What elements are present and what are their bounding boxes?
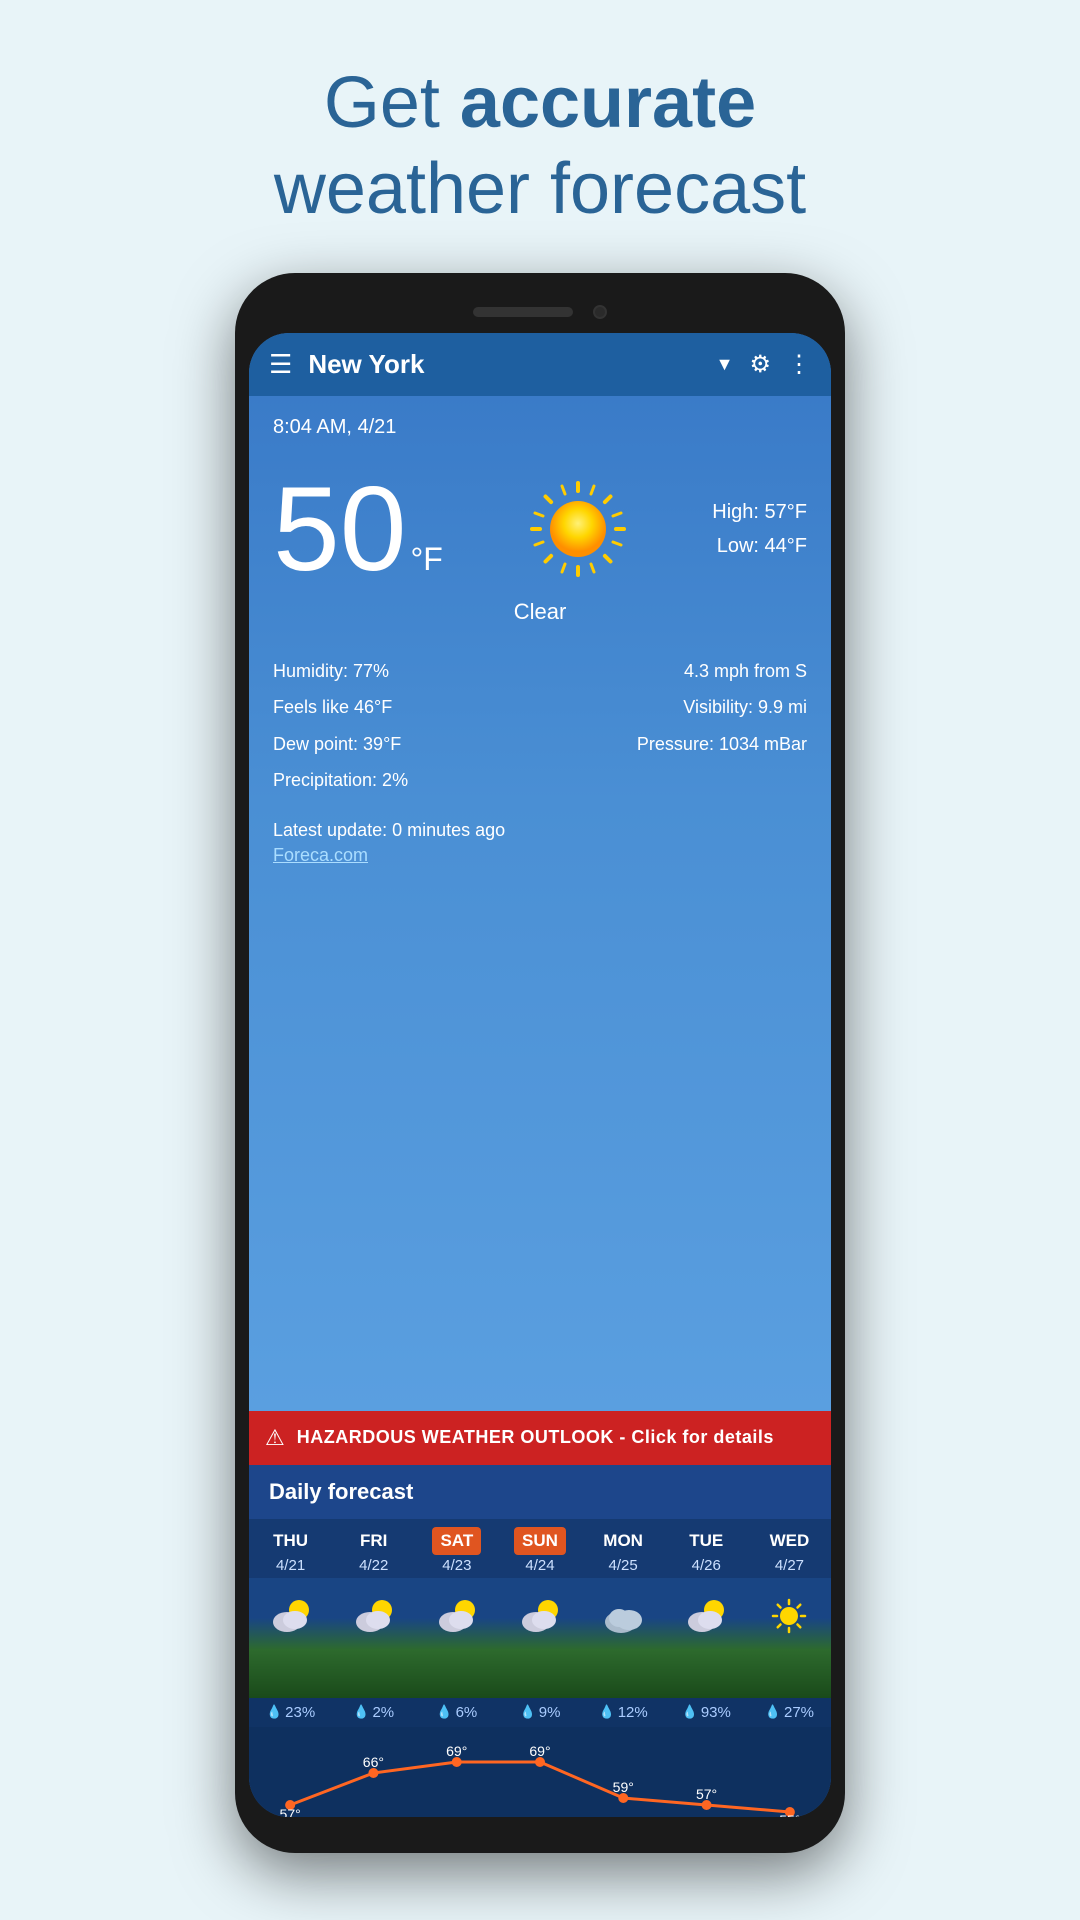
precip-mon: 💧12%	[582, 1704, 665, 1721]
high-low: High: 57°F Low: 44°F	[712, 495, 807, 563]
day-name-mon: MON	[595, 1527, 651, 1555]
svg-text:57°: 57°	[280, 1806, 301, 1817]
low-temp: Low: 44°F	[712, 529, 807, 563]
precip-sun: 💧9%	[498, 1704, 581, 1721]
headline: Get accurate weather forecast	[274, 60, 806, 233]
svg-text:66°: 66°	[363, 1754, 384, 1770]
speaker	[473, 307, 573, 317]
headline-line2: weather forecast	[274, 149, 806, 229]
day-date-thu: 4/21	[276, 1557, 305, 1574]
svg-text:59°: 59°	[613, 1779, 634, 1795]
datetime-text: 8:04 AM, 4/21	[273, 416, 807, 439]
details-grid: Humidity: 77% 4.3 mph from S Feels like …	[273, 655, 807, 797]
app-topbar: ☰ New York ▼ ⚙ ⋮	[249, 333, 831, 396]
day-date-sun: 4/24	[525, 1557, 554, 1574]
day-date-fri: 4/22	[359, 1557, 388, 1574]
temperature-display: 50°F	[273, 469, 443, 589]
wind-detail: 4.3 mph from S	[540, 655, 807, 687]
day-name-thu: THU	[265, 1527, 316, 1555]
forecast-icon-thu	[249, 1586, 332, 1646]
pressure-detail: Pressure: 1034 mBar	[540, 728, 807, 760]
svg-text:69°: 69°	[446, 1743, 467, 1759]
precip-thu: 💧23%	[249, 1704, 332, 1721]
forecast-header: Daily forecast	[249, 1465, 831, 1519]
humidity-detail: Humidity: 77%	[273, 655, 540, 687]
day-date-mon: 4/25	[609, 1557, 638, 1574]
day-name-sat: SAT	[432, 1527, 481, 1555]
svg-text:69°: 69°	[529, 1743, 550, 1759]
precip-wed: 💧27%	[748, 1704, 831, 1721]
headline-normal: Get	[324, 63, 460, 143]
dropdown-arrow-icon[interactable]: ▼	[716, 354, 734, 375]
temp-value: 50	[273, 462, 406, 596]
forecast-icon-sat	[415, 1586, 498, 1646]
forecast-icon-mon	[582, 1586, 665, 1646]
latest-update-text: Latest update: 0 minutes ago	[273, 820, 807, 841]
day-name-tue: TUE	[681, 1527, 731, 1555]
visibility-detail: Visibility: 9.9 mi	[540, 691, 807, 723]
temp-chart: 57° 66° 69° 69° 59° 57° 55°	[249, 1727, 831, 1817]
day-name-fri: FRI	[352, 1527, 395, 1555]
more-options-icon[interactable]: ⋮	[787, 350, 811, 379]
precip-sat: 💧6%	[415, 1704, 498, 1721]
day-name-wed: WED	[762, 1527, 818, 1555]
forecast-icons-row	[249, 1578, 831, 1698]
day-name-sun: SUN	[514, 1527, 566, 1555]
temp-unit: °F	[410, 541, 442, 577]
forecast-day-tue[interactable]: TUE 4/26	[665, 1527, 748, 1574]
forecast-icons	[249, 1578, 831, 1654]
foreca-link[interactable]: Foreca.com	[273, 845, 807, 866]
condition-text: Clear	[273, 599, 807, 625]
city-name[interactable]: New York	[308, 349, 699, 380]
gear-icon[interactable]: ⚙	[749, 350, 771, 379]
day-date-sat: 4/23	[442, 1557, 471, 1574]
weather-main: 8:04 AM, 4/21 50°F	[249, 396, 831, 1411]
forecast-precip-row: 💧23% 💧2% 💧6% 💧9% 💧12% 💧93% 💧27%	[249, 1698, 831, 1727]
sun-icon-wrapper	[443, 474, 712, 584]
forecast-icon-sun	[498, 1586, 581, 1646]
forecast-days-row: THU 4/21 FRI 4/22 SAT 4/23 SUN 4/24 MON	[249, 1519, 831, 1578]
forecast-day-thu[interactable]: THU 4/21	[249, 1527, 332, 1574]
day-date-tue: 4/26	[692, 1557, 721, 1574]
precipitation-detail: Precipitation: 2%	[273, 764, 540, 796]
hamburger-icon[interactable]: ☰	[269, 349, 292, 380]
temp-section: 50°F	[273, 469, 807, 589]
forecast-day-sat[interactable]: SAT 4/23	[415, 1527, 498, 1574]
phone-screen: ☰ New York ▼ ⚙ ⋮ 8:04 AM, 4/21 50°F	[249, 333, 831, 1817]
day-date-wed: 4/27	[775, 1557, 804, 1574]
update-section: Latest update: 0 minutes ago Foreca.com	[273, 820, 807, 866]
forecast-icon-wed	[748, 1586, 831, 1646]
forecast-icon-fri	[332, 1586, 415, 1646]
headline-bold: accurate	[460, 63, 756, 143]
svg-text:57°: 57°	[696, 1786, 717, 1802]
phone-top-bar	[249, 291, 831, 333]
sun-weather-icon	[523, 474, 633, 584]
precip-fri: 💧2%	[332, 1704, 415, 1721]
forecast-icon-tue	[665, 1586, 748, 1646]
camera	[593, 305, 607, 319]
forecast-day-wed[interactable]: WED 4/27	[748, 1527, 831, 1574]
alert-text: HAZARDOUS WEATHER OUTLOOK - Click for de…	[297, 1427, 774, 1448]
feels-like-detail: Feels like 46°F	[273, 691, 540, 723]
forecast-day-sun[interactable]: SUN 4/24	[498, 1527, 581, 1574]
forecast-day-mon[interactable]: MON 4/25	[582, 1527, 665, 1574]
precip-tue: 💧93%	[665, 1704, 748, 1721]
high-temp: High: 57°F	[712, 495, 807, 529]
alert-banner[interactable]: ⚠ HAZARDOUS WEATHER OUTLOOK - Click for …	[249, 1411, 831, 1465]
svg-text:55°: 55°	[779, 1812, 800, 1817]
forecast-day-fri[interactable]: FRI 4/22	[332, 1527, 415, 1574]
dew-point-detail: Dew point: 39°F	[273, 728, 540, 760]
forecast-section: Daily forecast THU 4/21 FRI 4/22 SAT 4/2…	[249, 1465, 831, 1817]
phone-shell: ☰ New York ▼ ⚙ ⋮ 8:04 AM, 4/21 50°F	[235, 273, 845, 1853]
alert-warning-icon: ⚠	[265, 1425, 285, 1451]
